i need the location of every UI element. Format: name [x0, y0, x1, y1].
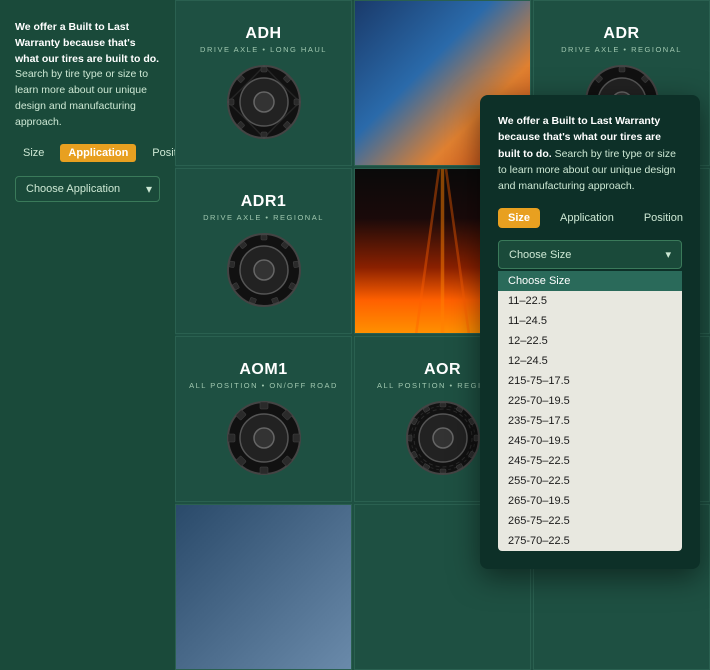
tire-sub-adr: DRIVE AXLE • REGIONAL: [561, 45, 682, 54]
tire-image-adh: [224, 62, 304, 142]
popup-tab-size[interactable]: Size: [498, 208, 540, 228]
left-tabs-row: Size Application Position: [15, 144, 160, 162]
size-option-245-75-22.5[interactable]: 245-75–22.5: [498, 451, 682, 471]
size-option-225-70-19.5[interactable]: 225-70–19.5: [498, 391, 682, 411]
size-option-12-22.5[interactable]: 12–22.5: [498, 331, 682, 351]
popup-size-list: Choose Size11–22.511–24.512–22.512–24.52…: [498, 271, 682, 551]
page-wrapper: We offer a Built to Last Warranty becaus…: [0, 0, 710, 670]
left-panel: We offer a Built to Last Warranty becaus…: [0, 0, 175, 670]
tire-image-aor: [403, 398, 483, 478]
popup-tab-application[interactable]: Application: [550, 208, 624, 228]
size-option-265-70-19.5[interactable]: 265-70–19.5: [498, 491, 682, 511]
tire-image-adr1: [224, 230, 304, 310]
left-tab-size[interactable]: Size: [15, 144, 52, 162]
grid-cell-adh[interactable]: ADH DRIVE AXLE • LONG HAUL: [175, 0, 352, 166]
size-option-11-22.5[interactable]: 11–22.5: [498, 291, 682, 311]
tire-name-adr1: ADR1: [241, 193, 287, 211]
size-option-12-24.5[interactable]: 12–24.5: [498, 351, 682, 371]
popup-size-dropdown-text: Choose Size: [509, 249, 571, 261]
tire-sub-adr1: DRIVE AXLE • REGIONAL: [203, 213, 324, 222]
popup-tabs-row: Size Application Position: [498, 208, 682, 228]
tire-name-aom1: AOM1: [239, 361, 287, 379]
grid-cell-truck: [175, 504, 352, 670]
size-option-215-75-17.5[interactable]: 215-75–17.5: [498, 371, 682, 391]
tire-image-aom1: [224, 398, 304, 478]
size-option-275-70-22.5[interactable]: 275-70–22.5: [498, 531, 682, 551]
size-option-265-75-22.5[interactable]: 265-75–22.5: [498, 511, 682, 531]
size-option-11-24.5[interactable]: 11–24.5: [498, 311, 682, 331]
left-application-select[interactable]: Choose Application: [15, 176, 160, 202]
left-tab-application[interactable]: Application: [60, 144, 136, 162]
tire-name-adh: ADH: [245, 25, 281, 43]
size-option-255-70-22.5[interactable]: 255-70–22.5: [498, 471, 682, 491]
size-option-245-70-19.5[interactable]: 245-70–19.5: [498, 431, 682, 451]
truck-image: [176, 505, 351, 669]
tire-name-adr: ADR: [603, 25, 639, 43]
popup-intro-text: We offer a Built to Last Warranty becaus…: [498, 113, 682, 194]
popup-size-dropdown-label[interactable]: Choose Size ▾: [498, 240, 682, 269]
left-dropdown-wrapper: Choose Application ▾: [15, 176, 160, 202]
left-intro-text: We offer a Built to Last Warranty becaus…: [15, 20, 160, 130]
grid-cell-adr1[interactable]: ADR1 DRIVE AXLE • REGIONAL: [175, 168, 352, 334]
tire-sub-aom1: ALL POSITION • ON/OFF ROAD: [189, 381, 338, 390]
popup-tab-position[interactable]: Position: [634, 208, 693, 228]
search-popup: We offer a Built to Last Warranty becaus…: [480, 95, 700, 569]
grid-cell-aom1[interactable]: AOM1 ALL POSITION • ON/OFF ROAD: [175, 336, 352, 502]
tire-sub-adh: DRIVE AXLE • LONG HAUL: [200, 45, 327, 54]
left-intro-bold: We offer a Built to Last Warranty becaus…: [15, 21, 159, 65]
tire-name-aor: AOR: [424, 361, 461, 379]
popup-size-dropdown-arrow: ▾: [665, 248, 671, 261]
size-option-235-75-17.5[interactable]: 235-75–17.5: [498, 411, 682, 431]
left-intro-body: Search by tire type or size to learn mor…: [15, 68, 148, 127]
size-option-choose[interactable]: Choose Size: [498, 271, 682, 291]
